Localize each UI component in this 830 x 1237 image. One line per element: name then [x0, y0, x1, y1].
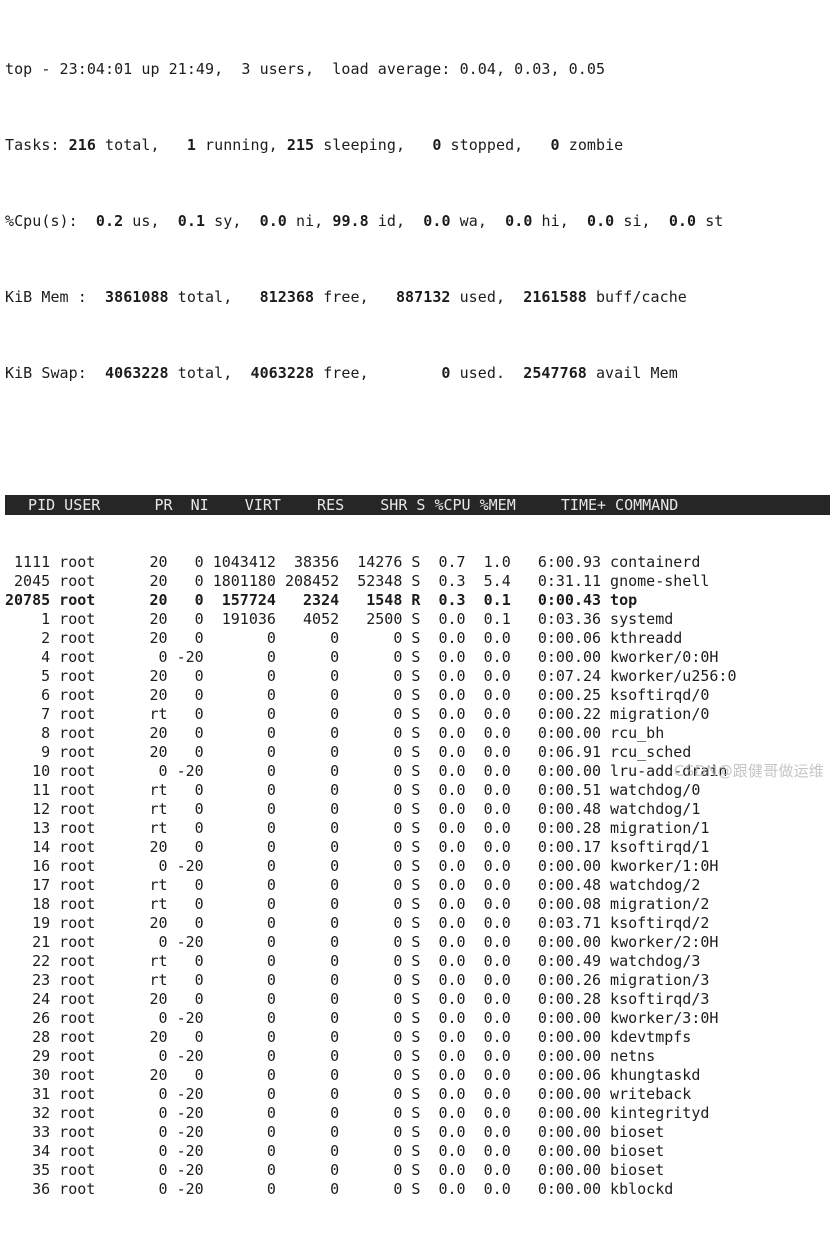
mem-free-value: 812368: [259, 288, 315, 306]
swap-avail-value: 2547768: [523, 364, 587, 382]
process-row[interactable]: 18 root rt 0 0 0 0 S 0.0 0.0 0:00.08 mig…: [0, 895, 830, 914]
tasks-zombie-value: 0: [550, 136, 560, 154]
mem-total-value: 3861088: [105, 288, 169, 306]
mem-total-label: total,: [168, 288, 233, 306]
process-row[interactable]: 7 root rt 0 0 0 0 S 0.0 0.0 0:00.22 migr…: [0, 705, 830, 724]
process-table: PID USER PR NI VIRT RES SHR S %CPU %MEM …: [0, 457, 830, 1237]
process-row[interactable]: 34 root 0 -20 0 0 0 S 0.0 0.0 0:00.00 bi…: [0, 1142, 830, 1161]
process-row[interactable]: 23 root rt 0 0 0 0 S 0.0 0.0 0:00.26 mig…: [0, 971, 830, 990]
terminal-window: top - 23:04:01 up 21:49, 3 users, load a…: [0, 0, 830, 1198]
process-row[interactable]: 12 root rt 0 0 0 0 S 0.0 0.0 0:00.48 wat…: [0, 800, 830, 819]
tasks-zombie-label: zombie: [559, 136, 624, 154]
swap-free-value: 4063228: [250, 364, 315, 382]
process-row[interactable]: 16 root 0 -20 0 0 0 S 0.0 0.0 0:00.00 kw…: [0, 857, 830, 876]
process-row[interactable]: 26 root 0 -20 0 0 0 S 0.0 0.0 0:00.00 kw…: [0, 1009, 830, 1028]
mem-free-label: free,: [314, 288, 369, 306]
cpu-st-label: st: [696, 212, 724, 230]
process-row[interactable]: 33 root 0 -20 0 0 0 S 0.0 0.0 0:00.00 bi…: [0, 1123, 830, 1142]
summary-table-spacer: [0, 440, 830, 457]
process-row[interactable]: 31 root 0 -20 0 0 0 S 0.0 0.0 0:00.00 wr…: [0, 1085, 830, 1104]
swap-total-label: total,: [168, 364, 233, 382]
process-row[interactable]: 17 root rt 0 0 0 0 S 0.0 0.0 0:00.48 wat…: [0, 876, 830, 895]
process-row[interactable]: 20785 root 20 0 157724 2324 1548 R 0.3 0…: [0, 591, 830, 610]
tasks-sleeping-label: sleeping,: [314, 136, 406, 154]
process-row[interactable]: 14 root 20 0 0 0 0 S 0.0 0.0 0:00.17 kso…: [0, 838, 830, 857]
uptime-value: 21:49,: [168, 60, 224, 78]
process-row[interactable]: 9 root 20 0 0 0 0 S 0.0 0.0 0:06.91 rcu_…: [0, 743, 830, 762]
cpu-id-label: id,: [368, 212, 406, 230]
cpu-wa-label: wa,: [450, 212, 487, 230]
swap-total-value: 4063228: [105, 364, 169, 382]
process-row[interactable]: 6 root 20 0 0 0 0 S 0.0 0.0 0:00.25 ksof…: [0, 686, 830, 705]
summary-uptime-line: top - 23:04:01 up 21:49, 3 users, load a…: [5, 60, 830, 79]
process-table-header-row[interactable]: PID USER PR NI VIRT RES SHR S %CPU %MEM …: [5, 495, 830, 515]
tasks-total-label: total,: [95, 136, 160, 154]
cpu-hi-label: hi,: [532, 212, 569, 230]
cpu-si-value: 0.0: [586, 212, 615, 230]
summary-tasks-line: Tasks: 216 total, 1 running, 215 sleepin…: [5, 136, 830, 155]
cpu-us-value: 0.2: [95, 212, 124, 230]
process-row[interactable]: 8 root 20 0 0 0 0 S 0.0 0.0 0:00.00 rcu_…: [0, 724, 830, 743]
mem-used-value: 887132: [395, 288, 451, 306]
process-row[interactable]: 30 root 20 0 0 0 0 S 0.0 0.0 0:00.06 khu…: [0, 1066, 830, 1085]
process-row[interactable]: 24 root 20 0 0 0 0 S 0.0 0.0 0:00.28 kso…: [0, 990, 830, 1009]
process-row[interactable]: 13 root rt 0 0 0 0 S 0.0 0.0 0:00.28 mig…: [0, 819, 830, 838]
load-average-values: 0.04, 0.03, 0.05: [459, 60, 606, 78]
process-row[interactable]: 2045 root 20 0 1801180 208452 52348 S 0.…: [0, 572, 830, 591]
mem-buffcache-label: buff/cache: [586, 288, 687, 306]
process-row[interactable]: 2 root 20 0 0 0 0 S 0.0 0.0 0:00.06 kthr…: [0, 629, 830, 648]
load-average-label: load average:: [314, 60, 460, 78]
process-row[interactable]: 10 root 0 -20 0 0 0 S 0.0 0.0 0:00.00 lr…: [0, 762, 830, 781]
swap-avail-label: avail Mem: [586, 364, 678, 382]
cpu-si-label: si,: [614, 212, 651, 230]
users-count: 3 users,: [223, 60, 315, 78]
tasks-label: Tasks:: [5, 136, 60, 154]
process-table-body: 1111 root 20 0 1043412 38356 14276 S 0.7…: [0, 553, 830, 1199]
tasks-total-value: 216: [68, 136, 96, 154]
swap-used-value: 0: [441, 364, 451, 382]
cpu-ni-label: ni,: [286, 212, 324, 230]
process-row[interactable]: 22 root rt 0 0 0 0 S 0.0 0.0 0:00.49 wat…: [0, 952, 830, 971]
cpu-sy-value: 0.1: [177, 212, 206, 230]
tasks-sleeping-value: 215: [286, 136, 315, 154]
process-row[interactable]: 19 root 20 0 0 0 0 S 0.0 0.0 0:03.71 kso…: [0, 914, 830, 933]
process-row[interactable]: 29 root 0 -20 0 0 0 S 0.0 0.0 0:00.00 ne…: [0, 1047, 830, 1066]
uptime-prefix: top -: [5, 60, 60, 78]
top-summary-block: top - 23:04:01 up 21:49, 3 users, load a…: [0, 3, 830, 440]
swap-free-label: free,: [314, 364, 369, 382]
summary-cpu-line: %Cpu(s): 0.2 us, 0.1 sy, 0.0 ni, 99.8 id…: [5, 212, 830, 231]
cpu-wa-value: 0.0: [423, 212, 451, 230]
current-time: 23:04:01: [59, 60, 133, 78]
cpu-us-label: us,: [123, 212, 160, 230]
cpu-sy-label: sy,: [205, 212, 242, 230]
mem-buffcache-value: 2161588: [523, 288, 587, 306]
swap-label: KiB Swap:: [5, 364, 87, 382]
process-row[interactable]: 36 root 0 -20 0 0 0 S 0.0 0.0 0:00.00 kb…: [0, 1180, 830, 1199]
cpu-hi-value: 0.0: [505, 212, 533, 230]
process-row[interactable]: 1 root 20 0 191036 4052 2500 S 0.0 0.1 0…: [0, 610, 830, 629]
process-row[interactable]: 28 root 20 0 0 0 0 S 0.0 0.0 0:00.00 kde…: [0, 1028, 830, 1047]
tasks-stopped-label: stopped,: [441, 136, 524, 154]
process-row[interactable]: 32 root 0 -20 0 0 0 S 0.0 0.0 0:00.00 ki…: [0, 1104, 830, 1123]
cpu-label: %Cpu(s):: [5, 212, 78, 230]
process-row[interactable]: 35 root 0 -20 0 0 0 S 0.0 0.0 0:00.00 bi…: [0, 1161, 830, 1180]
process-row[interactable]: 21 root 0 -20 0 0 0 S 0.0 0.0 0:00.00 kw…: [0, 933, 830, 952]
cpu-id-value: 99.8: [332, 212, 369, 230]
summary-mem-line: KiB Mem : 3861088 total, 812368 free, 88…: [5, 288, 830, 307]
tasks-running-label: running,: [195, 136, 278, 154]
tasks-running-value: 1: [186, 136, 196, 154]
summary-swap-line: KiB Swap: 4063228 total, 4063228 free, 0…: [5, 364, 830, 383]
mem-used-label: used,: [450, 288, 506, 306]
process-row[interactable]: 1111 root 20 0 1043412 38356 14276 S 0.7…: [0, 553, 830, 572]
cpu-ni-value: 0.0: [259, 212, 287, 230]
process-row[interactable]: 11 root rt 0 0 0 0 S 0.0 0.0 0:00.51 wat…: [0, 781, 830, 800]
mem-label: KiB Mem :: [5, 288, 87, 306]
up-label: up: [132, 60, 169, 78]
process-row[interactable]: 4 root 0 -20 0 0 0 S 0.0 0.0 0:00.00 kwo…: [0, 648, 830, 667]
swap-used-label: used.: [450, 364, 506, 382]
process-row[interactable]: 5 root 20 0 0 0 0 S 0.0 0.0 0:07.24 kwor…: [0, 667, 830, 686]
cpu-st-value: 0.0: [668, 212, 697, 230]
